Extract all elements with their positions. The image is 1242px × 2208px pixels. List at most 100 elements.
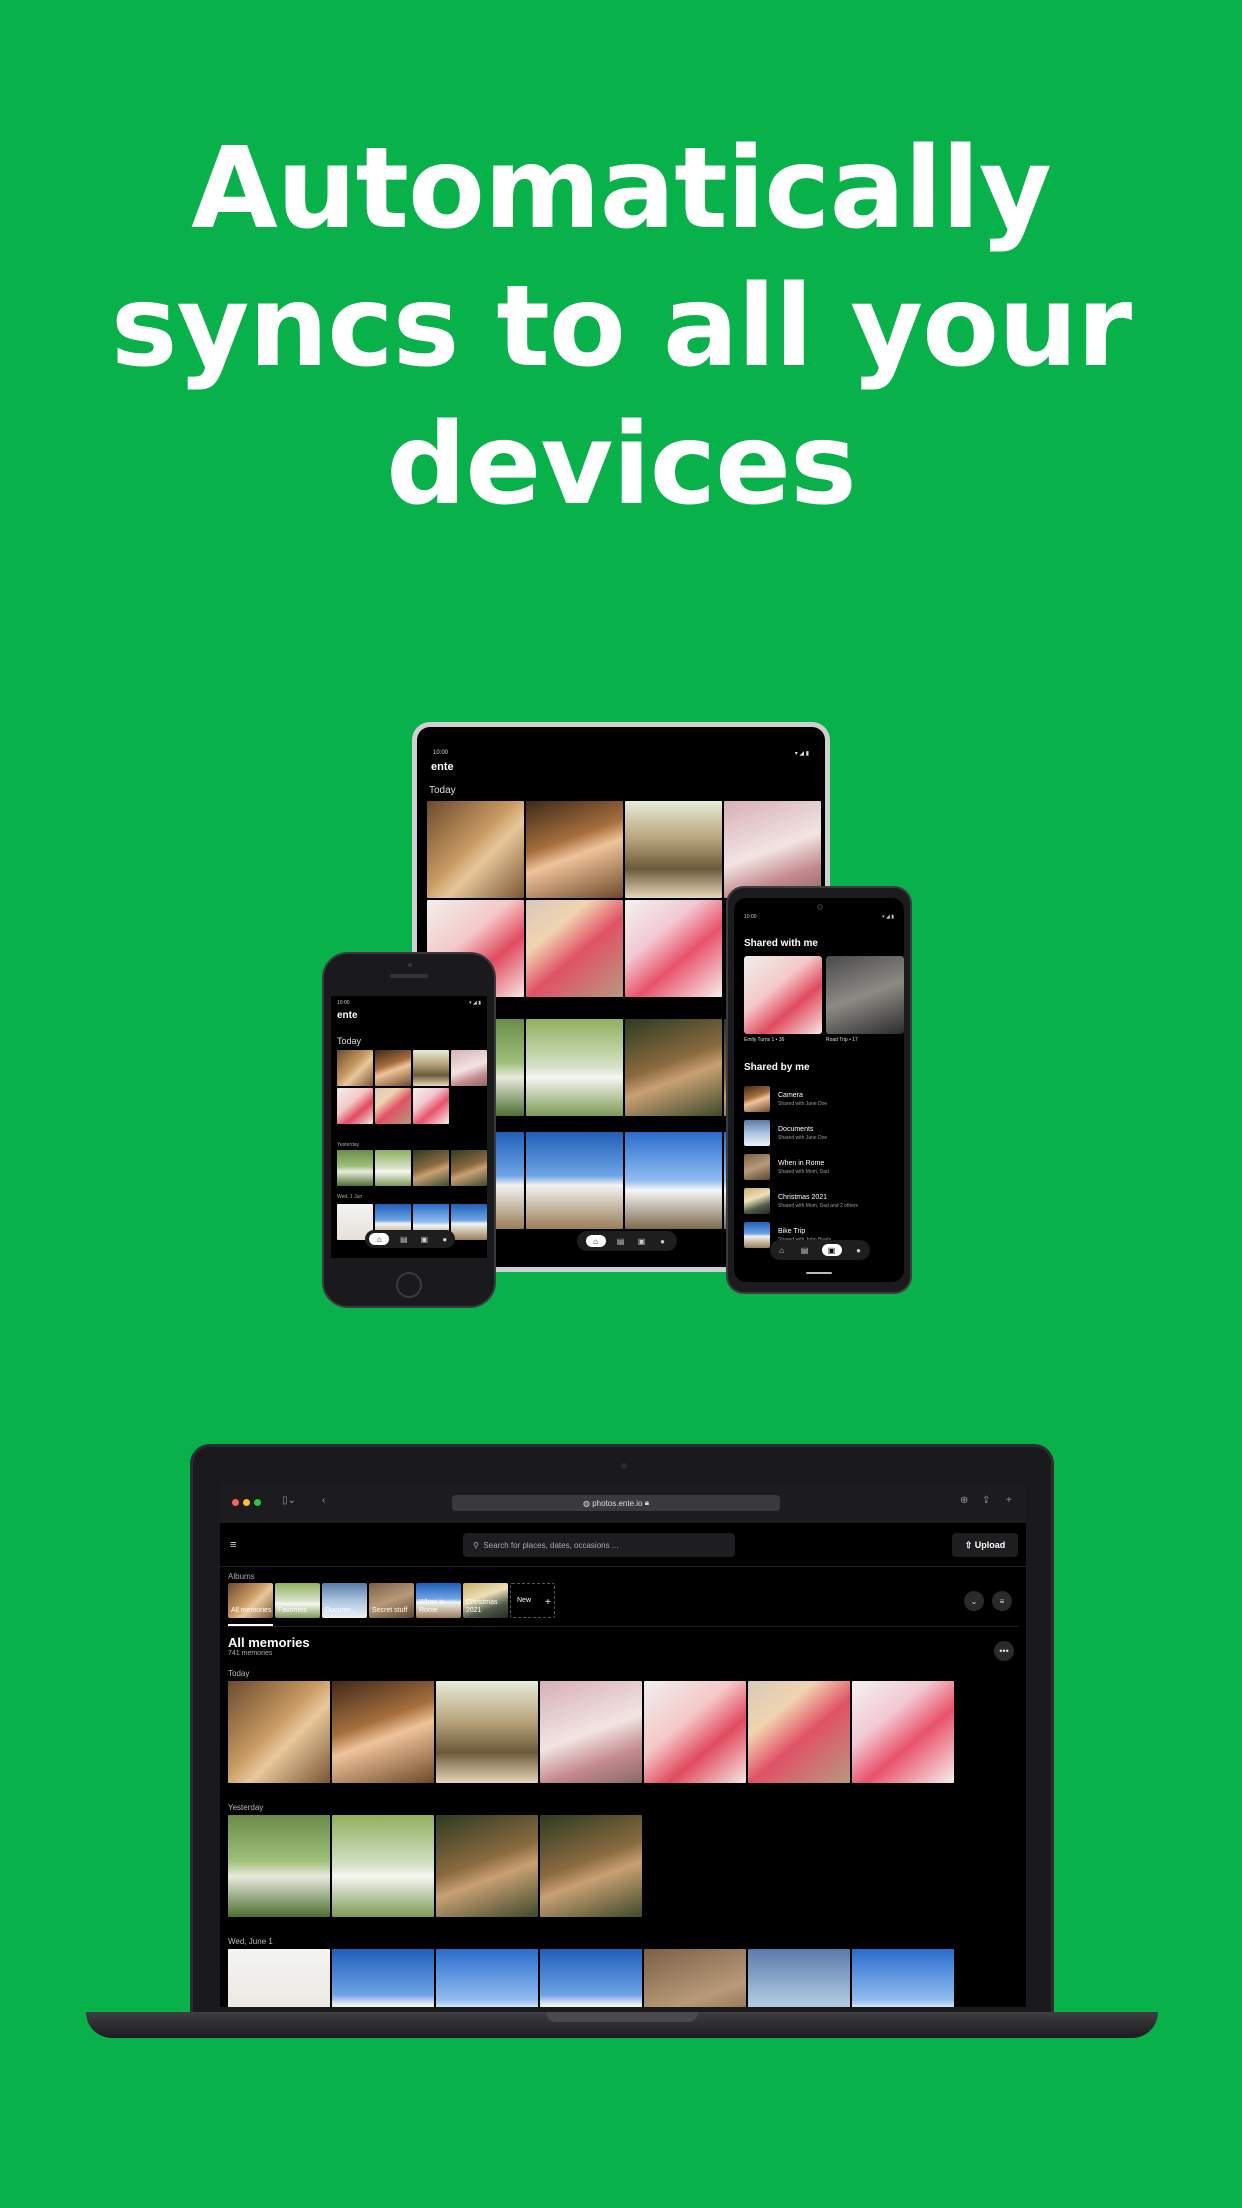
- photo-thumb[interactable]: [228, 1815, 330, 1917]
- iphone-date-label: Wed, 1 Jun: [337, 1194, 363, 1200]
- close-window-icon[interactable]: [232, 1499, 239, 1506]
- menu-icon[interactable]: ≡: [230, 1539, 236, 1551]
- list-item[interactable]: Camera Shared with Jane Doe: [744, 1082, 894, 1116]
- photo-thumb[interactable]: [228, 1949, 330, 2007]
- album-all-memories[interactable]: All memories: [228, 1583, 273, 1618]
- minimize-window-icon[interactable]: [243, 1499, 250, 1506]
- photo-thumb[interactable]: [451, 1150, 487, 1186]
- photo-thumb[interactable]: [526, 1132, 623, 1229]
- headline-line-2: syncs to all your: [110, 262, 1132, 392]
- address-bar[interactable]: ◍ photos.ente.io 🔒︎: [452, 1495, 780, 1511]
- photo-thumb[interactable]: [375, 1088, 411, 1124]
- new-tab-icon[interactable]: +: [1006, 1495, 1012, 1506]
- more-options-icon[interactable]: •••: [994, 1641, 1014, 1661]
- android-status-bar: 10:00 ▾ ◢ ▮: [744, 914, 894, 920]
- photo-thumb[interactable]: [436, 1681, 538, 1783]
- photo-thumb[interactable]: [413, 1050, 449, 1086]
- photo-thumb[interactable]: [644, 1681, 746, 1783]
- sidebar-toggle-icon[interactable]: ▯⌄: [282, 1495, 296, 1506]
- new-album-button[interactable]: New +: [510, 1583, 555, 1618]
- home-icon[interactable]: ⌂: [585, 1235, 606, 1247]
- album-secret-stuff[interactable]: Secret stuff: [369, 1583, 414, 1618]
- photo-thumb[interactable]: [451, 1204, 487, 1240]
- photo-thumb[interactable]: [427, 801, 524, 898]
- search-icon: ⚲: [473, 1540, 484, 1550]
- album-documents[interactable]: Docume...: [322, 1583, 367, 1618]
- share-icon[interactable]: ⇪: [982, 1495, 990, 1506]
- sort-icon[interactable]: ≡: [992, 1591, 1012, 1611]
- iphone-device: 10:00 ▾ ◢ ▮ ente Today Yesterday Wed, 1 …: [322, 952, 496, 1308]
- list-item[interactable]: When in Rome Shared with Mom, Dad: [744, 1150, 894, 1184]
- iphone-status-bar: 10:00 ▾ ◢ ▮: [337, 1000, 481, 1006]
- albums-icon[interactable]: ▤: [398, 1233, 410, 1245]
- shared-album-card[interactable]: [826, 956, 904, 1034]
- back-icon[interactable]: ‹: [322, 1495, 325, 1506]
- photo-thumb[interactable]: [332, 1949, 434, 2007]
- home-icon[interactable]: ⌂: [776, 1244, 788, 1256]
- photo-thumb[interactable]: [540, 1681, 642, 1783]
- photo-thumb[interactable]: [625, 1132, 722, 1229]
- photo-thumb[interactable]: [644, 1949, 746, 2007]
- photo-thumb[interactable]: [526, 900, 623, 997]
- photo-thumb[interactable]: [375, 1150, 411, 1186]
- shared-album-card[interactable]: [744, 956, 822, 1034]
- photo-thumb[interactable]: [228, 1681, 330, 1783]
- chevron-down-icon[interactable]: ⌄: [964, 1591, 984, 1611]
- photo-thumb[interactable]: [375, 1050, 411, 1086]
- android-bottom-nav: ⌂ ▤ ▣ ●: [770, 1240, 870, 1260]
- photo-thumb[interactable]: [748, 1949, 850, 2007]
- photo-thumb[interactable]: [337, 1150, 373, 1186]
- camera-icon: [408, 963, 412, 967]
- photo-thumb[interactable]: [526, 801, 623, 898]
- list-item[interactable]: Documents Shared with Jane Doe: [744, 1116, 894, 1150]
- list-item[interactable]: Christmas 2021 Shared with Mom, Dad and 2…: [744, 1184, 894, 1218]
- photo-thumb[interactable]: [413, 1150, 449, 1186]
- shared-icon[interactable]: ▣: [636, 1235, 648, 1247]
- home-icon[interactable]: ⌂: [369, 1233, 390, 1245]
- photo-thumb[interactable]: [625, 1019, 722, 1116]
- today-label: Today: [228, 1669, 250, 1678]
- photo-thumb[interactable]: [625, 801, 722, 898]
- photo-thumb[interactable]: [540, 1815, 642, 1917]
- laptop-screen: ▯⌄ ‹ ◍ photos.ente.io 🔒︎ ⊕ ⇪ + ≡ ⚲ Searc…: [220, 1483, 1026, 2007]
- shared-with-me-title: Shared with me: [744, 938, 818, 949]
- person-icon[interactable]: ●: [853, 1244, 865, 1256]
- photo-thumb[interactable]: [625, 900, 722, 997]
- browser-toolbar: ▯⌄ ‹ ◍ photos.ente.io 🔒︎ ⊕ ⇪ +: [220, 1483, 1026, 1523]
- download-icon[interactable]: ⊕: [960, 1495, 968, 1506]
- photo-thumb[interactable]: [724, 801, 821, 898]
- photo-thumb[interactable]: [332, 1681, 434, 1783]
- photo-thumb[interactable]: [337, 1088, 373, 1124]
- album-christmas-2021[interactable]: Christmas 2021: [463, 1583, 508, 1618]
- maximize-window-icon[interactable]: [254, 1499, 261, 1506]
- albums-icon[interactable]: ▤: [615, 1235, 627, 1247]
- album-favorites[interactable]: Favorites: [275, 1583, 320, 1618]
- android-time: 10:00: [744, 914, 757, 920]
- person-icon[interactable]: ●: [657, 1235, 669, 1247]
- shared-icon[interactable]: ▣: [418, 1233, 430, 1245]
- iphone-today-label: Today: [337, 1036, 362, 1046]
- photo-thumb[interactable]: [451, 1050, 487, 1086]
- photo-thumb[interactable]: [337, 1050, 373, 1086]
- search-input[interactable]: ⚲ Search for places, dates, occasions ..…: [463, 1533, 735, 1557]
- photo-thumb[interactable]: [413, 1088, 449, 1124]
- shared-icon[interactable]: ▣: [821, 1244, 842, 1256]
- albums-icon[interactable]: ▤: [799, 1244, 811, 1256]
- photo-thumb[interactable]: [748, 1681, 850, 1783]
- tablet-app-name: ente: [431, 761, 454, 773]
- photo-thumb[interactable]: [852, 1949, 954, 2007]
- photo-thumb[interactable]: [436, 1815, 538, 1917]
- gesture-bar: [806, 1272, 832, 1274]
- photo-thumb[interactable]: [526, 1019, 623, 1116]
- person-icon[interactable]: ●: [439, 1233, 451, 1245]
- album-when-in-rome[interactable]: When in Rome: [416, 1583, 461, 1618]
- iphone-screen: 10:00 ▾ ◢ ▮ ente Today Yesterday Wed, 1 …: [331, 996, 487, 1258]
- upload-button[interactable]: ⇧ Upload: [952, 1533, 1018, 1557]
- albums-label: Albums: [228, 1572, 255, 1581]
- photo-thumb[interactable]: [852, 1681, 954, 1783]
- date-photo-row: [228, 1949, 954, 2007]
- photo-thumb[interactable]: [540, 1949, 642, 2007]
- home-button[interactable]: [396, 1272, 422, 1298]
- photo-thumb[interactable]: [332, 1815, 434, 1917]
- photo-thumb[interactable]: [436, 1949, 538, 2007]
